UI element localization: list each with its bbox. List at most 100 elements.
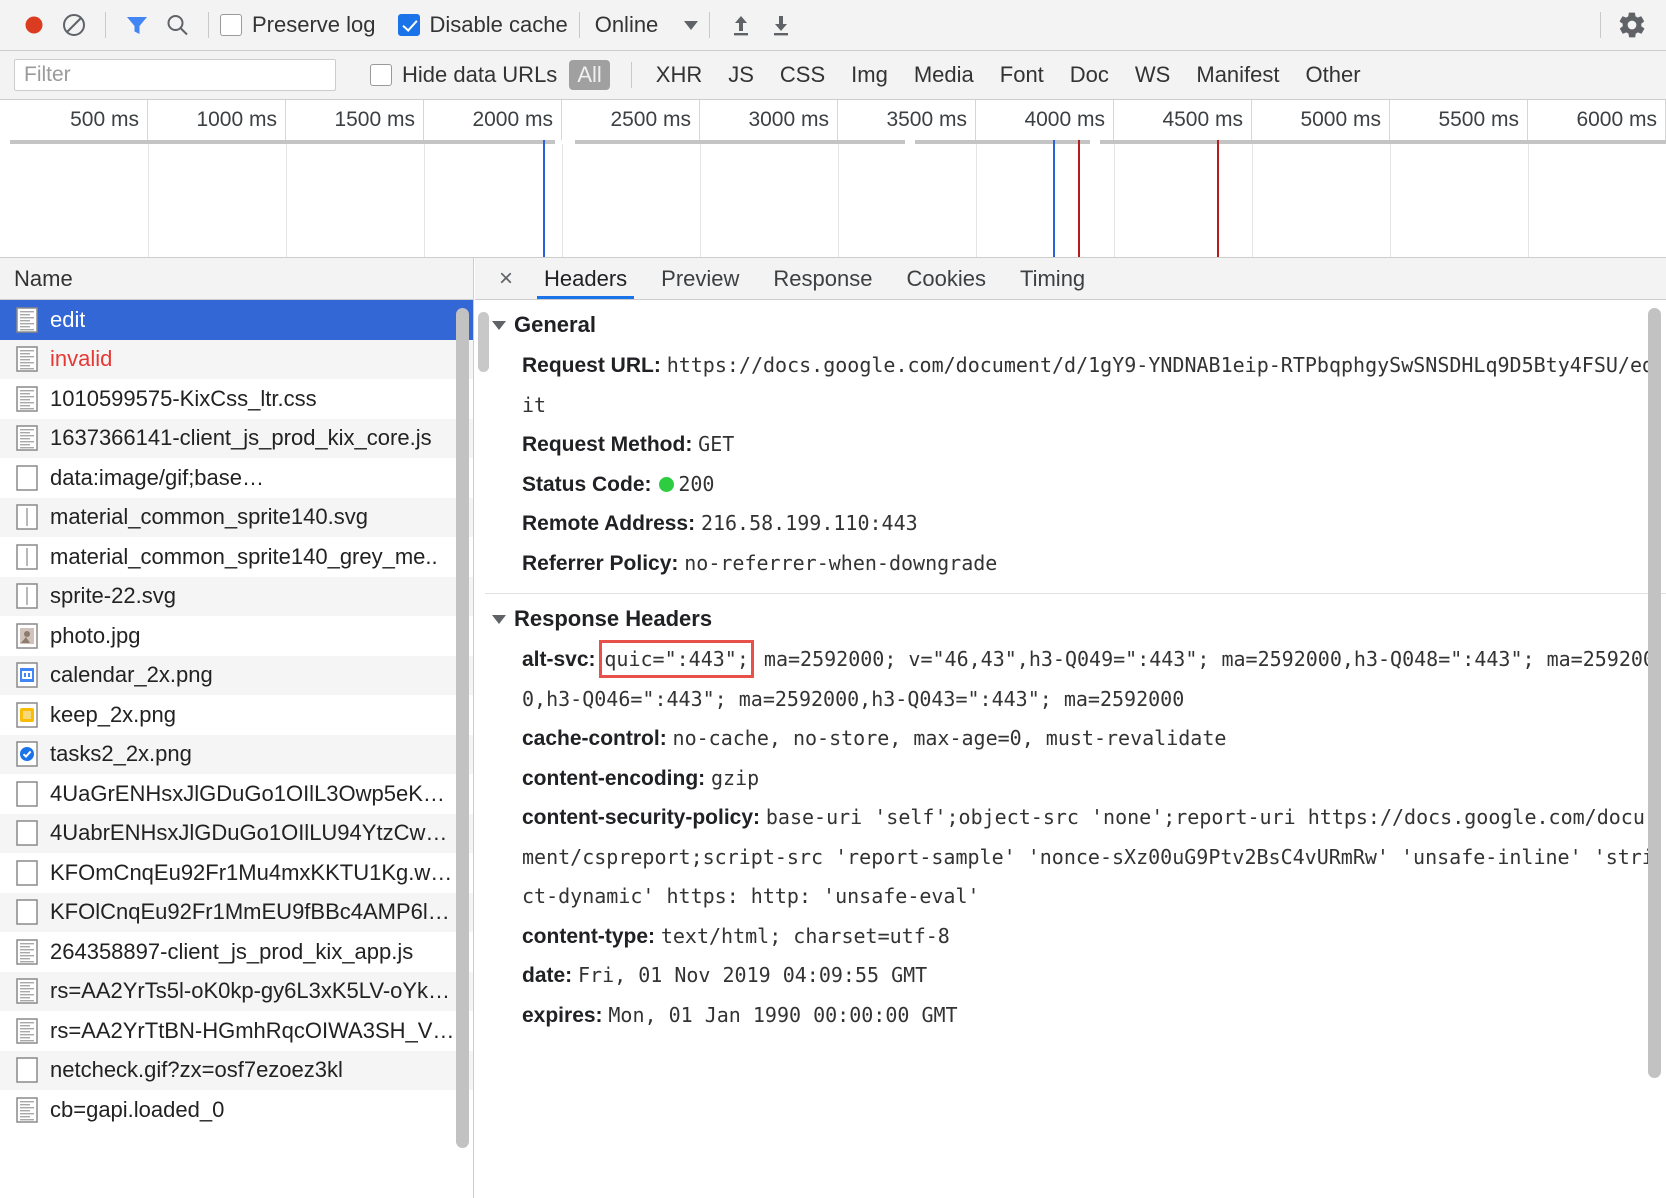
request-name: material_common_sprite140_grey_me.. [50,543,438,569]
tab-timing[interactable]: Timing [1003,258,1102,299]
type-filter-font[interactable]: Font [1000,62,1044,88]
timeline-tick: 3000 ms [700,100,838,140]
type-filter-css[interactable]: CSS [780,62,825,88]
preserve-log-label: Preserve log [252,12,376,37]
network-timeline-overview[interactable]: 500 ms 1000 ms 1500 ms 2000 ms 2500 ms 3000 m… [0,100,1666,258]
request-row[interactable]: material_common_sprite140.svg [0,497,473,537]
download-arrow-icon[interactable] [761,5,801,45]
record-circle-icon[interactable] [14,5,54,45]
document-icon [16,386,38,412]
timeline-tick: 5000 ms [1252,100,1390,140]
filter-input[interactable] [14,59,336,91]
response-headers-title-label: Response Headers [514,606,713,631]
request-row[interactable]: KFOlCnqEu92Fr1MmEU9fBBc4AMP6l… [0,892,473,932]
blank-icon [16,465,38,491]
request-row[interactable]: 4UabrENHsxJlGDuGo1OIlLU94YtzCw… [0,813,473,853]
request-row[interactable]: cb=gapi.loaded_0 [0,1090,473,1130]
request-row[interactable]: rs=AA2YrTtBN-HGmhRqcOIWA3SH_V… [0,1011,473,1051]
header-row: alt-svc: quic=":443"; ma=2592000; v="46,… [522,640,1656,719]
chevron-down-icon[interactable] [492,320,506,330]
request-row[interactable]: material_common_sprite140_grey_me.. [0,537,473,577]
detail-scrollbar[interactable] [1648,308,1661,1078]
header-row: content-encoding: gzip [522,759,1656,799]
request-list-scrollbar[interactable] [456,308,469,1148]
header-row: content-security-policy: base-uri 'self'… [522,798,1656,917]
request-row[interactable]: invalid [0,339,473,379]
timeline-gridline [286,144,287,257]
request-name: edit [50,306,86,332]
filter-divider [630,62,632,88]
request-row[interactable]: KFOmCnqEu92Fr1Mu4mxKKTU1Kg.w… [0,853,473,893]
type-filter-doc[interactable]: Doc [1070,62,1109,88]
request-name: 1010599575-KixCss_ltr.css [50,385,317,411]
document-icon [16,978,38,1004]
response-headers-section-body: alt-svc: quic=":443"; ma=2592000; v="46,… [475,640,1666,1035]
timeline-tick: 6000 ms [1528,100,1666,140]
request-name: sprite-22.svg [50,583,176,609]
request-rows: edit invalid 1010599575-KixCss_ltr.css 1637… [0,300,473,1198]
column-header-name[interactable]: Name [14,266,73,292]
blank-icon [16,899,38,925]
toolbar-divider-2 [208,12,209,38]
disable-cache-checkbox[interactable]: Disable cache [397,12,568,38]
request-row[interactable]: 4UaGrENHsxJlGDuGo1OIlL3Owp5eK… [0,774,473,814]
tab-headers[interactable]: Headers [527,258,644,299]
gear-icon[interactable] [1612,5,1652,45]
request-name: KFOmCnqEu92Fr1Mu4mxKKTU1Kg.w… [50,859,453,885]
svg-icon [16,544,38,570]
timeline-gridline [148,144,149,257]
request-row[interactable]: keep_2x.png [0,695,473,735]
hide-data-urls-checkbox[interactable]: Hide data URLs [370,62,557,88]
type-filter-all[interactable]: All [569,60,610,90]
request-row[interactable]: photo.jpg [0,616,473,656]
preserve-log-checkbox[interactable]: Preserve log [220,12,376,38]
clear-prohibit-icon[interactable] [54,5,94,45]
general-section-title[interactable]: General [475,300,1666,346]
request-row[interactable]: rs=AA2YrTs5l-oK0kp-gy6L3xK5LV-oYk… [0,971,473,1011]
request-row[interactable]: data:image/gif;base… [0,458,473,498]
tab-cookies[interactable]: Cookies [889,258,1002,299]
detail-tabs: × Headers Preview Response Cookies Timin… [475,258,1666,300]
request-row[interactable]: netcheck.gif?zx=osf7ezoez3kl [0,1050,473,1090]
chevron-down-icon[interactable] [684,20,699,30]
header-value: 200 [678,471,715,496]
request-row[interactable]: edit [0,300,473,340]
timeline-grid [10,140,1666,257]
request-row[interactable]: tasks2_2x.png [0,734,473,774]
type-filter-img[interactable]: Img [851,62,888,88]
timeline-tick: 2500 ms [562,100,700,140]
filter-funnel-icon[interactable] [117,5,157,45]
timeline-gridline [1528,144,1529,257]
tab-response[interactable]: Response [756,258,889,299]
search-icon[interactable] [157,5,197,45]
preserve-log-box[interactable] [220,14,242,36]
request-row[interactable]: 1637366141-client_js_prod_kix_core.js [0,418,473,458]
request-row[interactable]: calendar_2x.png [0,655,473,695]
status-badge [659,476,675,492]
request-name: rs=AA2YrTs5l-oK0kp-gy6L3xK5LV-oYk… [50,978,451,1004]
throttling-select-value[interactable]: Online [595,12,659,38]
request-row[interactable]: sprite-22.svg [0,576,473,616]
header-value: Mon, 01 Jan 1990 00:00:00 GMT [608,1002,958,1027]
header-name: expires: [522,1003,609,1027]
type-filter-ws[interactable]: WS [1135,62,1170,88]
request-row[interactable]: 264358897-client_js_prod_kix_app.js [0,932,473,972]
request-row[interactable]: 1010599575-KixCss_ltr.css [0,379,473,419]
header-value: Fri, 01 Nov 2019 04:09:55 GMT [578,963,928,987]
timeline-tick: 1000 ms [148,100,286,140]
upload-arrow-icon[interactable] [721,5,761,45]
type-filter-media[interactable]: Media [914,62,974,88]
type-filter-xhr[interactable]: XHR [656,62,702,88]
timeline-tick: 4000 ms [976,100,1114,140]
type-filter-manifest[interactable]: Manifest [1196,62,1279,88]
close-icon[interactable]: × [485,258,527,299]
disable-cache-box[interactable] [397,14,420,36]
type-filter-js[interactable]: JS [728,62,754,88]
hide-data-urls-box[interactable] [370,64,392,86]
chevron-down-icon[interactable] [492,614,506,624]
response-headers-section-title[interactable]: Response Headers [475,594,1666,640]
tab-preview[interactable]: Preview [644,258,756,299]
type-filter-other[interactable]: Other [1306,62,1361,88]
toolbar-divider [105,12,106,38]
request-name: material_common_sprite140.svg [50,504,368,530]
